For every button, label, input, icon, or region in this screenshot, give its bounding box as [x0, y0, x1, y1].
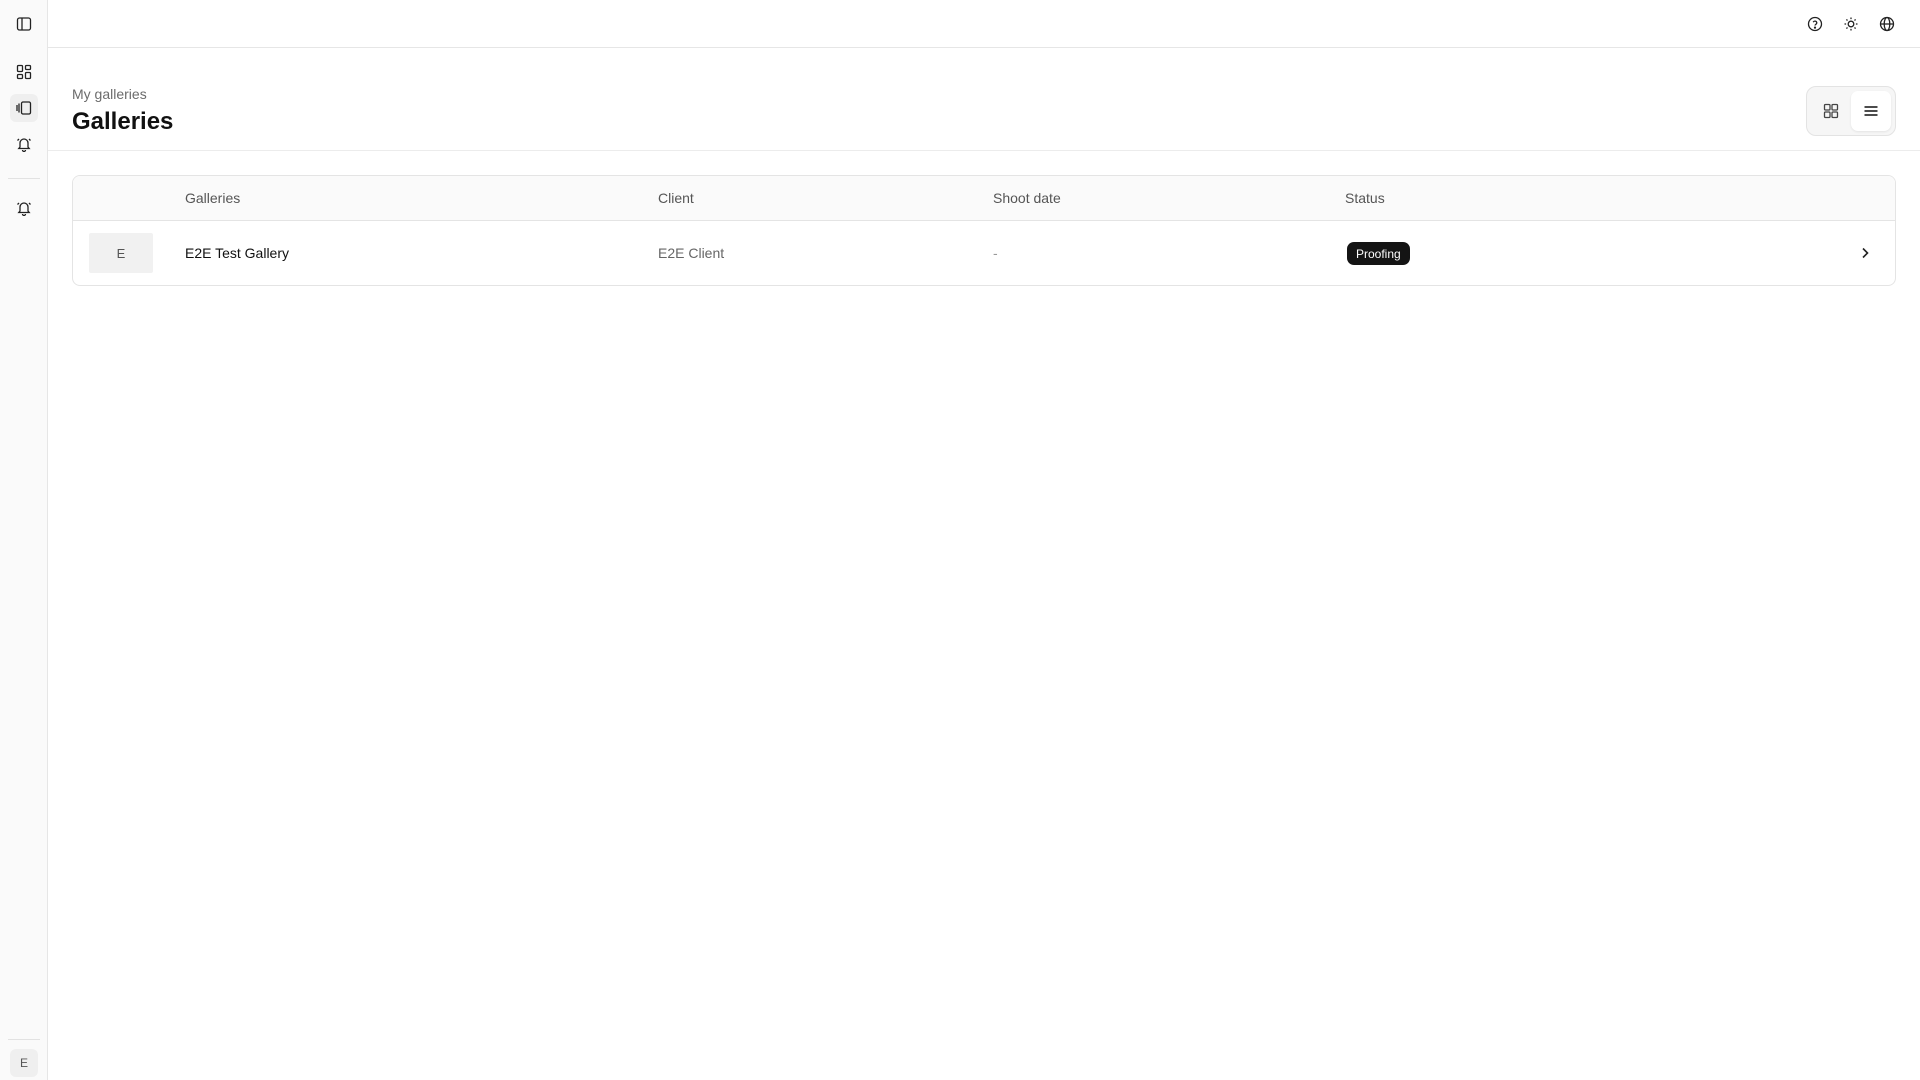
view-mode-toggle — [1806, 86, 1896, 136]
galleries-table: Galleries Client Shoot date Status E E2E… — [72, 175, 1896, 286]
sidebar-toggle-button[interactable] — [10, 10, 38, 38]
sidebar-item-galleries[interactable] — [10, 94, 38, 122]
sidebar-divider — [8, 178, 40, 179]
notifications-icon — [17, 138, 31, 152]
sidebar-item-dashboard[interactable] — [10, 58, 38, 86]
sidebar-bottom-divider — [8, 1039, 40, 1040]
sidebar-item-notifications[interactable] — [10, 130, 38, 158]
status-badge: Proofing — [1347, 242, 1410, 265]
app-root: E My galleries Galleries Galleries Clien… — [0, 0, 1920, 1080]
theme-toggle-button[interactable] — [1839, 12, 1863, 36]
gallery-name[interactable]: E2E Test Gallery — [185, 245, 289, 261]
theme-sun-icon — [1844, 17, 1858, 31]
list-view-icon — [1864, 106, 1878, 116]
language-button[interactable] — [1875, 12, 1899, 36]
user-avatar[interactable]: E — [10, 1049, 38, 1077]
column-header-shoot-date[interactable]: Shoot date — [993, 190, 1061, 206]
help-button[interactable] — [1803, 12, 1827, 36]
table-row[interactable]: E E2E Test Gallery E2E Client - Proofing — [73, 221, 1895, 285]
alerts-icon — [17, 202, 31, 216]
chevron-right-icon — [1862, 247, 1869, 259]
column-header-galleries[interactable]: Galleries — [185, 190, 240, 206]
sidebar-item-alerts[interactable] — [10, 194, 38, 222]
grid-view-button[interactable] — [1811, 91, 1851, 131]
column-header-status[interactable]: Status — [1345, 190, 1385, 206]
gallery-shoot-date: - — [993, 245, 998, 261]
dashboard-icon — [16, 64, 32, 80]
top-bar — [48, 0, 1920, 48]
help-icon — [1807, 16, 1823, 32]
column-header-client[interactable]: Client — [658, 190, 694, 206]
galleries-icon — [16, 101, 32, 115]
gallery-thumbnail: E — [89, 233, 153, 273]
page-title: Galleries — [72, 108, 174, 135]
list-view-button[interactable] — [1851, 91, 1891, 131]
gallery-client: E2E Client — [658, 245, 725, 261]
breadcrumb[interactable]: My galleries — [72, 86, 147, 102]
row-open-button[interactable] — [1855, 243, 1875, 263]
sidebar-toggle-icon — [16, 17, 32, 31]
sidebar: E — [0, 0, 48, 1080]
grid-view-icon — [1823, 103, 1839, 119]
table-header: Galleries Client Shoot date Status — [73, 176, 1895, 221]
page-header: My galleries Galleries — [48, 48, 1920, 151]
language-globe-icon — [1879, 16, 1895, 32]
